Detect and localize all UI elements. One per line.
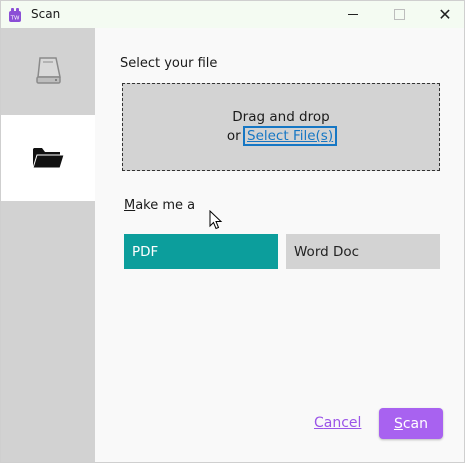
make-me-label-rest: ake me a (135, 198, 196, 213)
scan-label-rest: can (402, 415, 429, 432)
minimize-icon (348, 14, 358, 15)
cancel-mnemonic: C (314, 415, 324, 431)
title-bar: TW Scan ✕ (1, 1, 464, 28)
scanner-icon (36, 57, 61, 84)
or-text: or (226, 128, 241, 144)
or-select-line: or Select File(s) (123, 126, 439, 146)
close-button[interactable]: ✕ (422, 1, 465, 28)
close-icon: ✕ (438, 4, 452, 24)
cancel-button[interactable]: Cancel (314, 415, 361, 431)
file-dropzone[interactable]: Drag and drop or Select File(s) (122, 83, 440, 230)
select-files-link[interactable]: Select File(s) (242, 126, 338, 146)
format-option-word-label: Word Doc (294, 243, 360, 260)
sidebar-item-folder[interactable] (1, 115, 95, 201)
scan-mnemonic: S (393, 415, 403, 432)
maximize-icon (393, 9, 405, 20)
make-me-label: Make me a (124, 198, 195, 213)
scan-window: TW Scan ✕ Select your file Drag and drop… (0, 0, 465, 463)
sidebar-item-scanner[interactable] (1, 28, 95, 114)
folder-icon (32, 148, 65, 169)
scan-button[interactable]: Scan (379, 408, 443, 439)
cancel-label-rest: ancel (323, 415, 362, 431)
app-icon: TW (9, 8, 21, 22)
drag-drop-text: Drag and drop (232, 109, 330, 125)
maximize-button[interactable] (376, 1, 422, 28)
minimize-button[interactable] (330, 1, 376, 28)
window-title: Scan (31, 7, 61, 21)
format-option-word[interactable]: Word Doc (286, 234, 440, 269)
sidebar (1, 28, 95, 462)
select-file-label: Select your file (120, 56, 218, 71)
format-option-pdf[interactable]: PDF (124, 234, 278, 269)
format-option-pdf-label: PDF (132, 243, 159, 260)
make-me-mnemonic: M (124, 198, 136, 213)
main-content: Select your file Drag and drop or Select… (95, 28, 464, 462)
mouse-cursor-icon (209, 210, 223, 230)
svg-text:TW: TW (10, 16, 20, 22)
